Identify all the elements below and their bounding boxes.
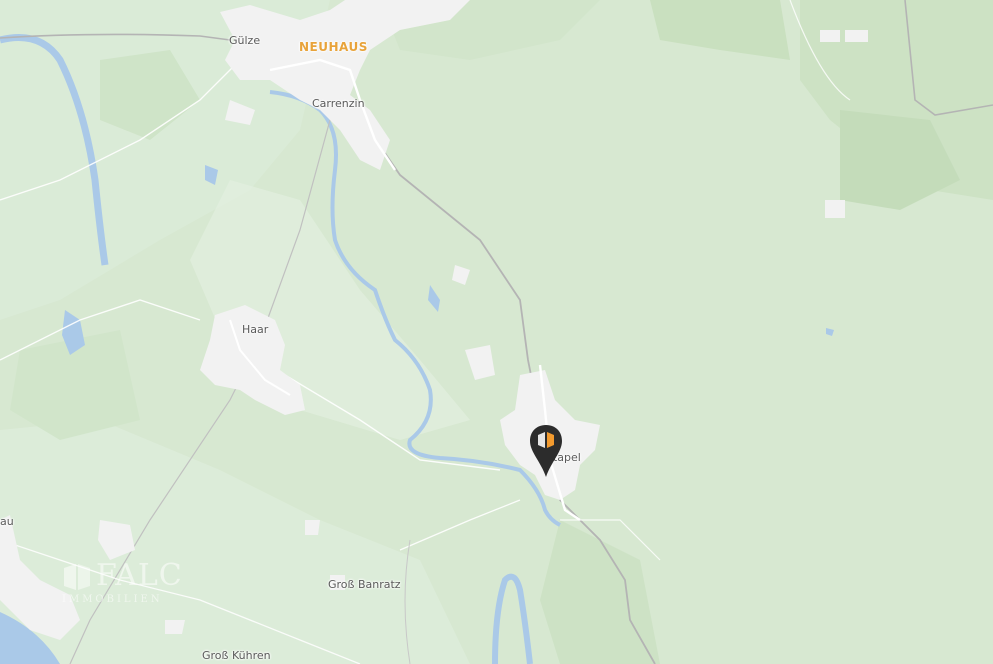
map-view[interactable]: Gülze NEUHAUS Carrenzin Haar Stapel Groß…	[0, 0, 993, 664]
river	[492, 573, 533, 664]
pond	[826, 328, 834, 336]
place-label-carrenzin: Carrenzin	[312, 97, 365, 110]
settlement	[165, 620, 185, 634]
location-marker[interactable]	[528, 424, 564, 478]
falc-logo-icon	[64, 564, 90, 590]
place-label-haar: Haar	[242, 323, 269, 336]
forest-area	[650, 0, 790, 60]
settlement	[825, 200, 845, 218]
place-label-neuhaus: NEUHAUS	[299, 40, 368, 54]
road	[399, 499, 521, 551]
place-label-gross-banratz: Groß Banratz	[328, 578, 401, 591]
place-label-gross-kuehren: Groß Kühren	[202, 649, 271, 662]
watermark-tagline: IMMOBILIEN	[62, 594, 163, 605]
watermark-brand: FALC	[96, 558, 183, 593]
settlement	[305, 520, 320, 535]
settlement	[820, 30, 840, 42]
pond	[428, 285, 440, 312]
settlement	[465, 345, 495, 380]
settlement	[845, 30, 868, 42]
map-pin-icon	[530, 425, 562, 477]
place-label-partial: au	[0, 515, 14, 528]
place-label-guelze: Gülze	[229, 34, 261, 47]
watermark-logo: FALC IMMOBILIEN	[62, 558, 212, 610]
settlement	[452, 265, 470, 285]
